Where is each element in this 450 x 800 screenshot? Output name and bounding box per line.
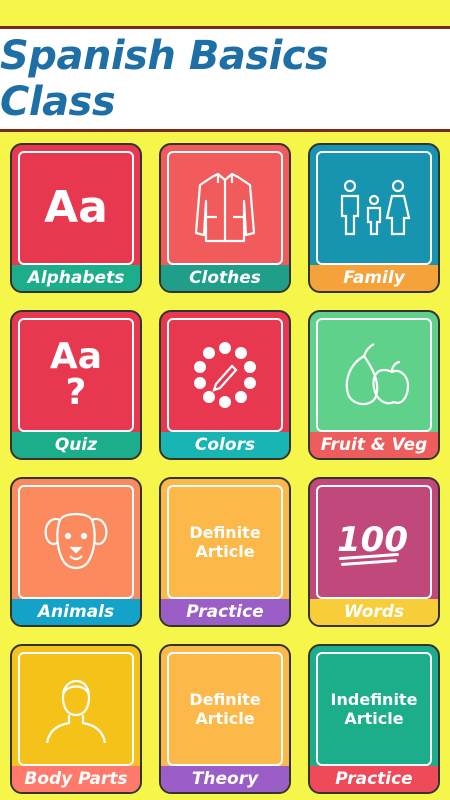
tile-label: Family — [310, 265, 438, 291]
indefinite-article-text: Indefinite Article — [330, 689, 418, 728]
tile-alphabets[interactable]: Aa Alphabets — [10, 143, 142, 293]
hundred-icon: 100 — [337, 520, 408, 566]
tile-panel: Aa — [18, 151, 134, 265]
tile-body-parts[interactable]: Body Parts — [10, 644, 142, 794]
family-icon — [340, 179, 411, 236]
tile-panel: Aa ? — [18, 318, 134, 432]
tile-label: Practice — [310, 766, 438, 792]
jacket-icon — [194, 172, 256, 243]
quiz-icon: Aa ? — [50, 339, 102, 411]
tile-label: Theory — [161, 766, 289, 792]
tile-panel: Definite Article — [167, 652, 283, 766]
header: Spanish Basics Class — [0, 0, 450, 132]
tile-panel — [18, 485, 134, 599]
fruit-icon — [345, 343, 410, 406]
palette-icon — [194, 342, 256, 408]
person-icon — [45, 679, 107, 744]
tile-panel — [167, 318, 283, 432]
tile-fruit-veg[interactable]: Fruit & Veg — [308, 310, 440, 460]
tile-clothes[interactable]: Clothes — [159, 143, 291, 293]
tile-animals[interactable]: Animals — [10, 477, 142, 627]
tile-panel — [167, 151, 283, 265]
definite-article-text: Definite Article — [189, 522, 261, 561]
app-title: Spanish Basics Class — [0, 33, 329, 125]
category-grid: Aa Alphabets Clothes Family Aa ? Quiz Co… — [10, 143, 440, 794]
tile-panel: Definite Article — [167, 485, 283, 599]
title-band: Spanish Basics Class — [0, 26, 450, 132]
tile-definite-article-practice[interactable]: Definite Article Practice — [159, 477, 291, 627]
tile-label: Words — [310, 599, 438, 625]
alphabet-icon: Aa — [44, 182, 108, 233]
dog-icon — [44, 512, 108, 570]
tile-family[interactable]: Family — [308, 143, 440, 293]
tile-label: Practice — [161, 599, 289, 625]
tile-panel: 100 — [316, 485, 432, 599]
tile-panel: Indefinite Article — [316, 652, 432, 766]
tile-label: Colors — [161, 432, 289, 458]
tile-label: Clothes — [161, 265, 289, 291]
tile-quiz[interactable]: Aa ? Quiz — [10, 310, 142, 460]
tile-label: Body Parts — [12, 766, 140, 792]
tile-panel — [18, 652, 134, 766]
tile-label: Animals — [12, 599, 140, 625]
quiz-icon-letters: Aa — [49, 336, 103, 377]
tile-panel — [316, 151, 432, 265]
definite-article-text: Definite Article — [189, 689, 261, 728]
quiz-icon-question: ? — [65, 372, 87, 413]
tile-words[interactable]: 100 Words — [308, 477, 440, 627]
tile-label: Fruit & Veg — [310, 432, 438, 458]
tile-label: Alphabets — [12, 265, 140, 291]
tile-indefinite-article-practice[interactable]: Indefinite Article Practice — [308, 644, 440, 794]
tile-label: Quiz — [12, 432, 140, 458]
tile-panel — [316, 318, 432, 432]
tile-colors[interactable]: Colors — [159, 310, 291, 460]
tile-definite-article-theory[interactable]: Definite Article Theory — [159, 644, 291, 794]
